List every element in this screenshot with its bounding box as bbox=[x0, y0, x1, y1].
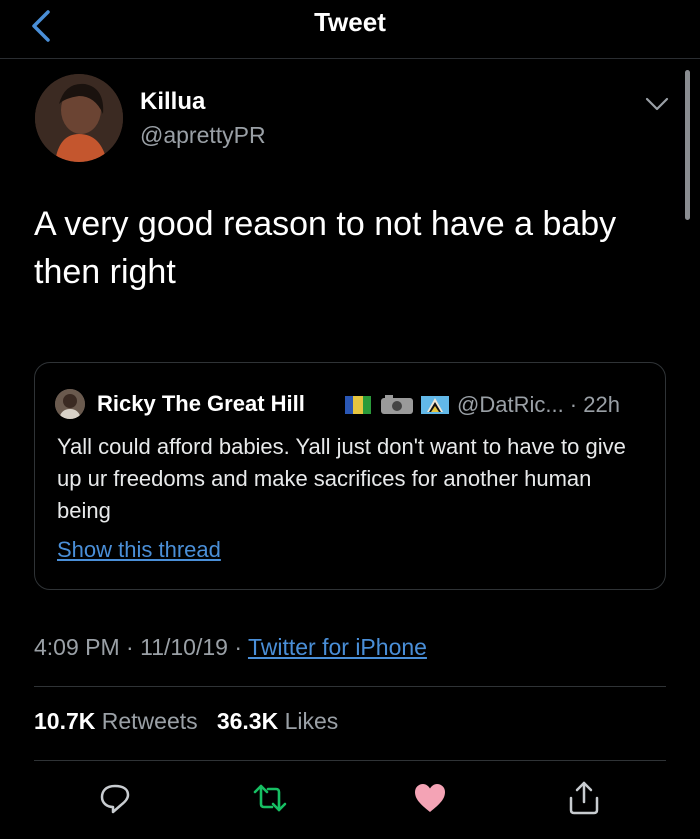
author-name[interactable]: Killua bbox=[140, 88, 205, 116]
quoted-avatar bbox=[55, 389, 85, 419]
tweet-meta: 4:09 PM · 11/10/19 · Twitter for iPhone bbox=[34, 634, 427, 660]
divider bbox=[34, 686, 666, 687]
retweets-stat[interactable]: 10.7K Retweets bbox=[34, 708, 198, 734]
show-thread-link[interactable]: Show this thread bbox=[57, 537, 221, 563]
reply-button[interactable] bbox=[97, 780, 133, 816]
reply-icon bbox=[100, 784, 130, 814]
quoted-handle-time: @DatRic... · 22h bbox=[457, 392, 620, 417]
tweet-source-link[interactable]: Twitter for iPhone bbox=[248, 634, 427, 660]
tweet-stats: 10.7K Retweets 36.3K Likes bbox=[34, 708, 338, 735]
divider bbox=[34, 760, 666, 761]
tweet-date: 11/10/19 bbox=[140, 634, 228, 660]
scrollbar[interactable] bbox=[685, 70, 690, 220]
top-bar: Tweet bbox=[0, 0, 700, 59]
share-button[interactable] bbox=[566, 780, 602, 816]
tweet-time: 4:09 PM bbox=[34, 634, 120, 660]
chevron-down-icon bbox=[645, 97, 669, 111]
retweet-icon bbox=[253, 784, 287, 812]
heart-icon bbox=[415, 784, 445, 812]
page-title: Tweet bbox=[314, 7, 386, 37]
avatar[interactable] bbox=[35, 74, 123, 162]
flag-emoji-icons bbox=[345, 395, 449, 414]
likes-stat[interactable]: 36.3K Likes bbox=[217, 708, 338, 734]
retweet-button[interactable] bbox=[252, 780, 288, 816]
share-icon bbox=[569, 781, 599, 815]
more-options-button[interactable] bbox=[645, 97, 669, 111]
author-handle[interactable]: @aprettyPR bbox=[140, 122, 266, 149]
quoted-author-name: Ricky The Great Hill bbox=[97, 391, 305, 416]
quoted-tweet-card[interactable]: Ricky The Great Hill @DatRic... · 22h Ya… bbox=[34, 362, 666, 590]
quoted-text: Yall could afford babies. Yall just don'… bbox=[57, 434, 626, 523]
like-button[interactable] bbox=[412, 780, 448, 816]
tweet-text: A very good reason to not have a baby th… bbox=[34, 205, 617, 291]
